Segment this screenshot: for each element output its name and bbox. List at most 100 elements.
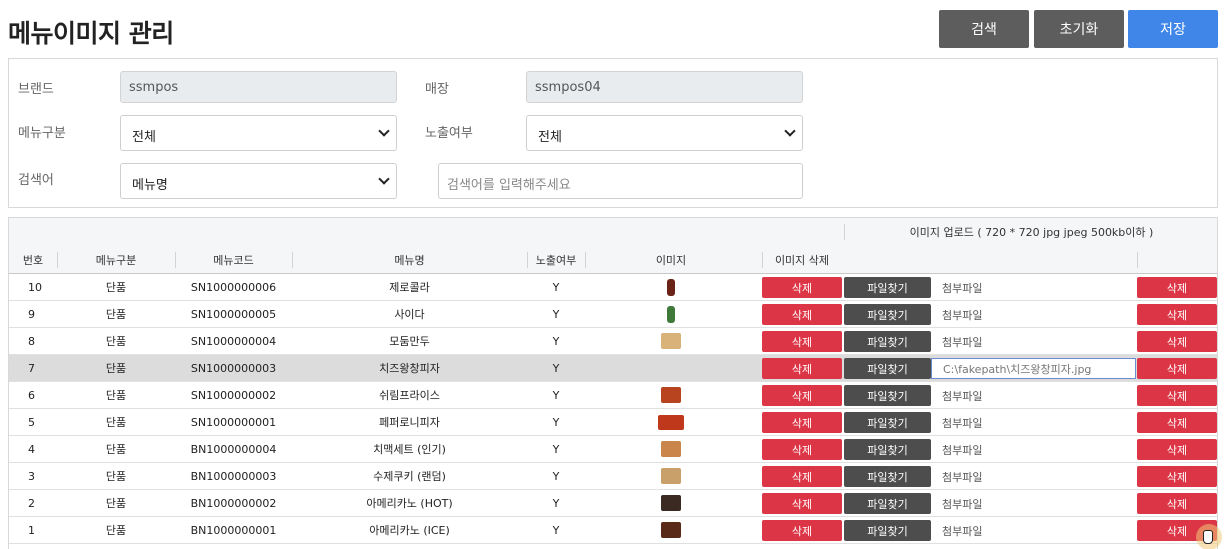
cell-menu-type: 단품 [105, 308, 127, 321]
menu-type-label: 메뉴구분 [18, 126, 66, 141]
table-row[interactable]: 10 단품 SN1000000006 제로콜라 Y 삭제 파일찾기 첨부파일 삭제 [9, 274, 1217, 301]
table-row[interactable]: 3 단품 BN1000000003 수제쿠키 (랜덤) Y 삭제 파일찾기 첨부파일 삭제 [9, 463, 1217, 490]
cell-exposed: Y [552, 334, 560, 348]
cell-no: 1 [28, 523, 35, 537]
table-row[interactable]: 1 단품 BN1000000001 아메리카노 (ICE) Y 삭제 파일찾기 첨부파일 삭제 [9, 517, 1217, 544]
attached-file-field[interactable]: C:\fakepath\치즈왕창피자.jpg [931, 358, 1136, 379]
exposure-value: 전체 [538, 130, 562, 145]
cell-exposed: Y [552, 442, 560, 456]
upload-delete-button[interactable]: 삭제 [1137, 493, 1217, 514]
cell-menu-type: 단품 [105, 470, 127, 483]
brand-label: 브랜드 [18, 82, 54, 97]
upload-delete-button[interactable]: 삭제 [1137, 304, 1217, 325]
table-row[interactable]: 8 단품 SN1000000004 모둠만두 Y 삭제 파일찾기 첨부파일 삭제 [9, 328, 1217, 355]
col-header-menu-type: 메뉴구분 [95, 254, 137, 267]
reset-button[interactable]: 초기화 [1034, 10, 1124, 48]
cell-menu-name: 수제쿠키 (랜덤) [373, 470, 446, 483]
upload-delete-button[interactable]: 삭제 [1137, 277, 1217, 298]
cell-no: 9 [28, 307, 35, 321]
table-row[interactable]: 4 단품 BN1000000004 치맥세트 (인기) Y 삭제 파일찾기 첨부파일 삭제 [9, 436, 1217, 463]
image-upload-group-header: 이미지 업로드 ( 720 * 720 jpg jpeg 500kb이하 ) [909, 226, 1154, 239]
attached-file-field[interactable]: 첨부파일 [931, 385, 1136, 406]
table-row[interactable]: 2 단품 BN1000000002 아메리카노 (HOT) Y 삭제 파일찾기 첨부파일 삭제 [9, 490, 1217, 517]
file-find-button[interactable]: 파일찾기 [844, 277, 931, 298]
col-header-image: 이미지 [655, 254, 687, 267]
table-row[interactable]: 5 단품 SN1000000001 페퍼로니피자 Y 삭제 파일찾기 첨부파일 삭제 [9, 409, 1217, 436]
table-row[interactable]: 7 단품 SN1000000003 치즈왕창피자 Y 삭제 파일찾기 C:\fakepath\… [9, 355, 1217, 382]
chevron-down-icon [378, 125, 390, 137]
exposure-select[interactable]: 전체 [526, 115, 803, 151]
image-delete-button[interactable]: 삭제 [762, 331, 842, 352]
file-find-button[interactable]: 파일찾기 [844, 493, 931, 514]
menu-thumbnail-image [661, 495, 681, 511]
image-delete-button[interactable]: 삭제 [762, 304, 842, 325]
cell-exposed: Y [552, 523, 560, 537]
upload-delete-button[interactable]: 삭제 [1137, 358, 1217, 379]
upload-delete-button[interactable]: 삭제 [1137, 439, 1217, 460]
attached-file-field[interactable]: 첨부파일 [931, 412, 1136, 433]
cell-menu-name: 치즈왕창피자 [379, 362, 440, 375]
keyword-type-value: 메뉴명 [132, 178, 168, 193]
cell-menu-name: 치맥세트 (인기) [373, 443, 446, 456]
cell-menu-code: BN1000000004 [190, 442, 277, 456]
chevron-down-icon [378, 173, 390, 185]
image-delete-button[interactable]: 삭제 [762, 439, 842, 460]
cell-no: 6 [28, 388, 35, 402]
cell-menu-code: SN1000000004 [190, 334, 277, 348]
image-delete-button[interactable]: 삭제 [762, 277, 842, 298]
cell-menu-type: 단품 [105, 335, 127, 348]
cell-menu-type: 단품 [105, 281, 127, 294]
file-find-button[interactable]: 파일찾기 [844, 466, 931, 487]
file-find-button[interactable]: 파일찾기 [844, 439, 931, 460]
col-header-image-delete: 이미지 삭제 [774, 254, 830, 267]
cell-menu-name: 아메리카노 (ICE) [369, 524, 450, 537]
exposure-label: 노출여부 [425, 126, 473, 141]
image-delete-button[interactable]: 삭제 [762, 466, 842, 487]
col-header-exposed: 노출여부 [535, 254, 577, 267]
menu-image-grid: 이미지 업로드 ( 720 * 720 jpg jpeg 500kb이하 ) 번… [8, 217, 1218, 549]
save-button[interactable]: 저장 [1128, 10, 1218, 48]
menu-thumbnail-image [667, 278, 675, 296]
file-find-button[interactable]: 파일찾기 [844, 520, 931, 541]
menu-thumbnail-image [661, 522, 681, 538]
attached-file-field[interactable]: 첨부파일 [931, 331, 1136, 352]
upload-delete-button[interactable]: 삭제 [1137, 331, 1217, 352]
menu-type-value: 전체 [132, 130, 156, 145]
cell-menu-type: 단품 [105, 497, 127, 510]
cell-menu-code: BN1000000003 [190, 469, 277, 483]
attached-file-field[interactable]: 첨부파일 [931, 277, 1136, 298]
keyword-type-select[interactable]: 메뉴명 [120, 163, 397, 199]
table-row[interactable]: 9 단품 SN1000000005 사이다 Y 삭제 파일찾기 첨부파일 삭제 [9, 301, 1217, 328]
image-delete-button[interactable]: 삭제 [762, 385, 842, 406]
cell-menu-name: 쉬림프라이스 [379, 389, 440, 402]
cell-menu-code: SN1000000006 [190, 280, 277, 294]
col-header-menu-name: 메뉴명 [394, 254, 425, 267]
image-delete-button[interactable]: 삭제 [762, 520, 842, 541]
search-panel: 브랜드 ssmpos 매장 ssmpos04 메뉴구분 전체 노출여부 전체 검… [8, 58, 1218, 208]
file-find-button[interactable]: 파일찾기 [844, 412, 931, 433]
keyword-input[interactable]: 검색어를 입력해주세요 [438, 163, 803, 199]
file-find-button[interactable]: 파일찾기 [844, 331, 931, 352]
page-title: 메뉴이미지 관리 [8, 19, 174, 48]
upload-delete-button[interactable]: 삭제 [1137, 412, 1217, 433]
menu-thumbnail-image [661, 441, 681, 457]
image-delete-button[interactable]: 삭제 [762, 412, 842, 433]
search-button[interactable]: 검색 [939, 10, 1029, 48]
attached-file-field[interactable]: 첨부파일 [931, 520, 1136, 541]
attached-file-field[interactable]: 첨부파일 [931, 439, 1136, 460]
attached-file-field[interactable]: 첨부파일 [931, 493, 1136, 514]
upload-delete-button[interactable]: 삭제 [1137, 385, 1217, 406]
image-delete-button[interactable]: 삭제 [762, 358, 842, 379]
file-find-button[interactable]: 파일찾기 [844, 304, 931, 325]
file-find-button[interactable]: 파일찾기 [844, 385, 931, 406]
upload-delete-button[interactable]: 삭제 [1137, 466, 1217, 487]
file-find-button[interactable]: 파일찾기 [844, 358, 931, 379]
table-row[interactable]: 6 단품 SN1000000002 쉬림프라이스 Y 삭제 파일찾기 첨부파일 삭제 [9, 382, 1217, 409]
image-delete-button[interactable]: 삭제 [762, 493, 842, 514]
attached-file-field[interactable]: 첨부파일 [931, 304, 1136, 325]
menu-thumbnail-image [658, 414, 684, 430]
menu-type-select[interactable]: 전체 [120, 115, 397, 151]
cell-exposed: Y [552, 388, 560, 402]
chevron-down-icon [784, 125, 796, 137]
attached-file-field[interactable]: 첨부파일 [931, 466, 1136, 487]
